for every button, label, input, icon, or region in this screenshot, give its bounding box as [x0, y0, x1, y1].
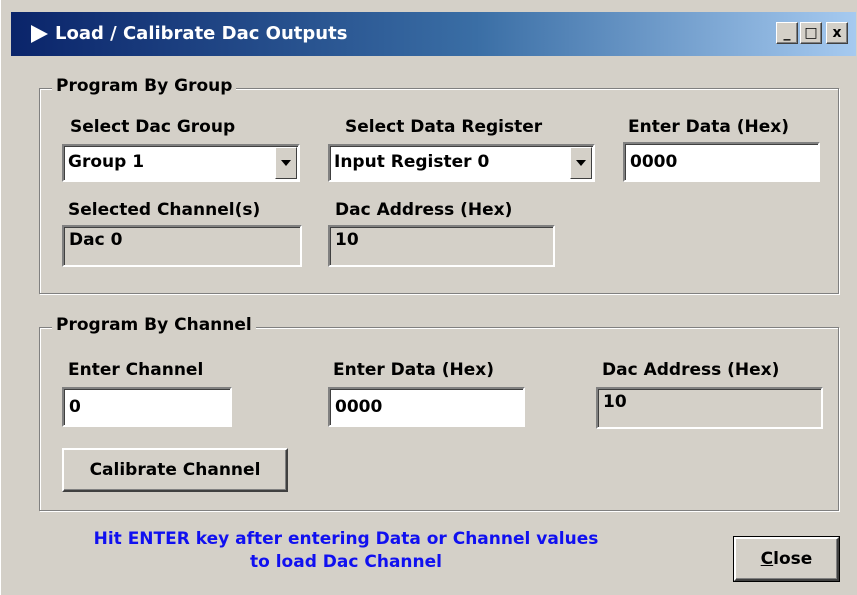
dac-group-value: Group 1 [68, 152, 145, 172]
chevron-down-icon [281, 160, 291, 166]
data-register-select[interactable]: Input Register 0 [328, 144, 595, 182]
selected-channels-field: Dac 0 [62, 225, 302, 267]
close-window-button[interactable]: x [826, 22, 848, 44]
title-bar[interactable]: Load / Calibrate Dac Outputs _ □ x [11, 12, 856, 56]
data-register-value: Input Register 0 [334, 152, 490, 172]
selected-channels-label: Selected Channel(s) [68, 200, 261, 220]
program-by-group-title: Program By Group [52, 76, 237, 96]
group-dac-address-field: 10 [328, 225, 555, 267]
dac-group-select[interactable]: Group 1 [62, 144, 300, 182]
select-data-register-label: Select Data Register [345, 117, 543, 137]
minimize-icon: _ [783, 25, 791, 41]
maximize-icon: □ [804, 25, 818, 41]
close-button[interactable]: Close [733, 536, 840, 582]
selected-channels-value: Dac 0 [69, 230, 123, 250]
select-dac-group-label: Select Dac Group [70, 117, 236, 137]
channel-dac-address-value: 10 [603, 392, 627, 412]
hint-line-2: to load Dac Channel [250, 552, 442, 572]
channel-data-input[interactable] [328, 387, 525, 427]
chevron-down-icon [576, 160, 586, 166]
group-data-input[interactable] [623, 142, 820, 182]
program-by-channel-title: Program By Channel [52, 315, 256, 335]
channel-input[interactable] [62, 387, 232, 427]
channel-enter-data-label: Enter Data (Hex) [333, 360, 495, 380]
data-register-dropdown-button[interactable] [570, 147, 592, 179]
group-enter-data-label: Enter Data (Hex) [628, 117, 790, 137]
group-dac-address-label: Dac Address (Hex) [335, 200, 513, 220]
close-icon: x [832, 25, 842, 41]
close-button-accel: C [760, 549, 774, 569]
window-title: Load / Calibrate Dac Outputs [55, 23, 348, 44]
hint-line-1: Hit ENTER key after entering Data or Cha… [93, 529, 599, 549]
dac-group-dropdown-button[interactable] [275, 147, 297, 179]
hint-text: Hit ENTER key after entering Data or Cha… [41, 528, 651, 574]
close-button-label: lose [773, 549, 813, 569]
calibrate-channel-button[interactable]: Calibrate Channel [62, 448, 288, 492]
dialog-window: Load / Calibrate Dac Outputs _ □ x Progr… [0, 0, 857, 595]
minimize-button[interactable]: _ [776, 22, 798, 44]
group-dac-address-value: 10 [335, 230, 359, 250]
play-arrow-icon [31, 25, 48, 43]
channel-dac-address-field: 10 [596, 387, 823, 429]
channel-dac-address-label: Dac Address (Hex) [602, 360, 780, 380]
enter-channel-label: Enter Channel [68, 360, 204, 380]
maximize-button[interactable]: □ [800, 22, 822, 44]
